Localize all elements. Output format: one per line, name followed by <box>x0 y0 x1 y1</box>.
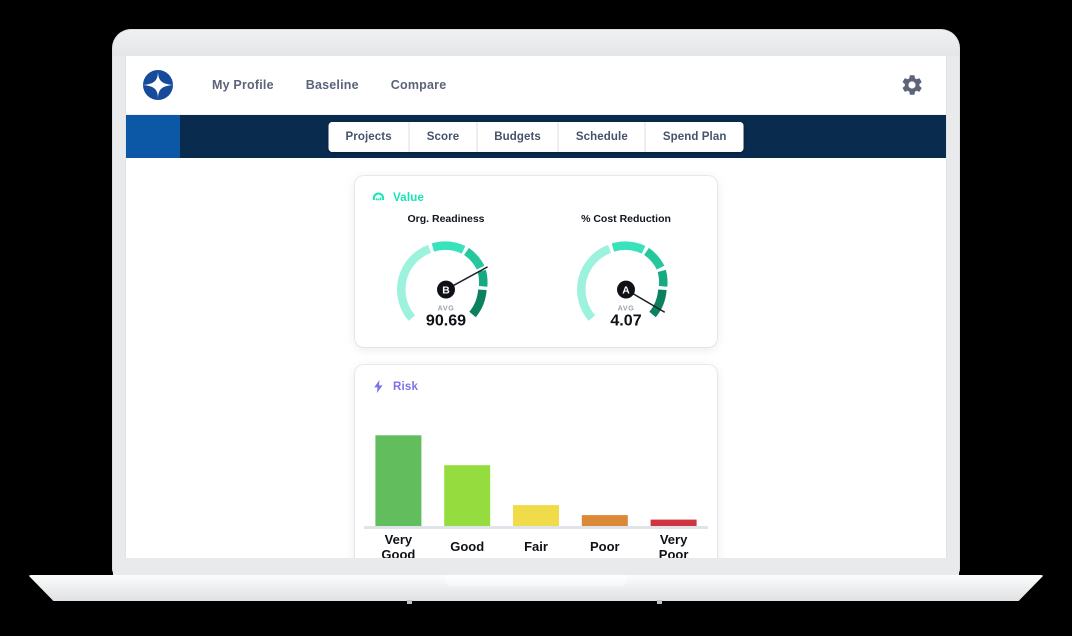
x-axis-tick-label: Poor <box>590 539 620 554</box>
nav-item-baseline[interactable]: Baseline <box>306 78 359 92</box>
lightning-bolt-icon <box>371 379 386 394</box>
gauge-cost-reduction: % Cost Reduction A AVG 4.07 <box>562 213 690 333</box>
screenshot-stage: My Profile Baseline Compare Projects Sco… <box>0 0 1072 636</box>
tab-bar-accent-block <box>126 115 180 158</box>
bar-poor[interactable] <box>581 515 628 526</box>
dashboard-body: Value Org. Readiness B AVG 90.69 % Cost … <box>126 158 946 558</box>
laptop-screen: My Profile Baseline Compare Projects Sco… <box>125 56 947 558</box>
x-axis-tick-label: Good <box>450 539 484 554</box>
tab-score[interactable]: Score <box>409 121 478 152</box>
risk-card: Risk Very Good Good Fair Poor Very Poor <box>355 365 717 558</box>
tab-spend-plan[interactable]: Spend Plan <box>645 121 744 152</box>
gauge-visual: A AVG 4.07 <box>567 231 685 333</box>
gauge-label: Org. Readiness <box>407 213 485 225</box>
tab-projects[interactable]: Projects <box>328 121 410 152</box>
tab-budgets[interactable]: Budgets <box>477 121 559 152</box>
primary-nav: My Profile Baseline Compare <box>212 78 446 92</box>
laptop-base-foot-left <box>407 600 412 604</box>
value-card-header: Value <box>355 176 717 205</box>
gauge-grade: A <box>622 286 630 297</box>
laptop-top-bezel <box>113 30 959 56</box>
risk-card-title: Risk <box>393 380 419 393</box>
gauge-avg-value: 4.07 <box>610 311 641 329</box>
gauge-label: % Cost Reduction <box>581 213 671 225</box>
laptop-bottom-bezel <box>113 558 959 575</box>
gauge-avg-value: 90.69 <box>426 311 466 329</box>
bar-good[interactable] <box>444 465 491 526</box>
compass-rose-logo[interactable] <box>142 69 174 101</box>
x-axis-tick-label: Fair <box>524 539 548 554</box>
gauge-dashboard-icon <box>371 190 386 205</box>
tab-group: Projects Score Budgets Schedule Spend Pl… <box>328 121 744 152</box>
laptop-base-foot-right <box>657 600 662 604</box>
app-top-bar: My Profile Baseline Compare <box>126 56 946 115</box>
value-card-title: Value <box>393 191 425 204</box>
tab-schedule[interactable]: Schedule <box>558 121 646 152</box>
nav-item-my-profile[interactable]: My Profile <box>212 78 274 92</box>
gauge-visual: B AVG 90.69 <box>387 231 505 333</box>
gear-icon[interactable] <box>900 73 924 97</box>
dashboard-column: Value Org. Readiness B AVG 90.69 % Cost … <box>355 176 717 558</box>
section-tab-bar: Projects Score Budgets Schedule Spend Pl… <box>126 115 946 158</box>
risk-bar-chart-svg: Very Good Good Fair Poor Very Poor <box>364 435 708 558</box>
gauge-grade: B <box>442 286 450 297</box>
nav-item-compare[interactable]: Compare <box>391 78 447 92</box>
laptop-lid: My Profile Baseline Compare Projects Sco… <box>113 30 959 575</box>
x-axis-tick-label: Very Poor <box>659 532 689 558</box>
laptop-base-notch <box>445 575 627 586</box>
bar-fair[interactable] <box>513 505 559 526</box>
risk-bar-chart: Very Good Good Fair Poor Very Poor <box>355 394 717 558</box>
bar-very-good[interactable] <box>375 435 422 526</box>
value-card: Value Org. Readiness B AVG 90.69 % Cost … <box>355 176 717 347</box>
risk-card-header: Risk <box>355 365 717 394</box>
x-axis-tick-label: Very Good <box>381 532 415 558</box>
value-gauges: Org. Readiness B AVG 90.69 % Cost Reduct… <box>355 205 717 347</box>
gauge-org-readiness: Org. Readiness B AVG 90.69 <box>382 213 510 333</box>
bar-very-poor[interactable] <box>650 519 697 526</box>
